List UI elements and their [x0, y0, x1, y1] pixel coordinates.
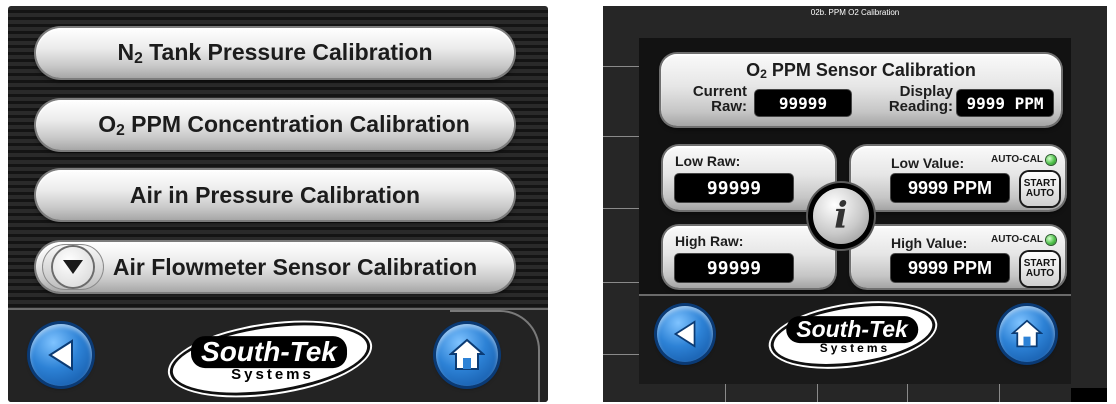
frame-tick	[725, 382, 726, 402]
n2-tank-pressure-calibration-button[interactable]: N2 Tank Pressure Calibration	[36, 28, 514, 78]
frame-tick	[603, 66, 639, 67]
air-flowmeter-sensor-calibration-button[interactable]: Air Flowmeter Sensor Calibration	[36, 242, 514, 292]
home-button[interactable]	[999, 306, 1055, 362]
sensor-calibration-header: O2 PPM Sensor Calibration Current Raw: 9…	[661, 54, 1061, 126]
button-label: Air Flowmeter Sensor Calibration	[112, 253, 478, 280]
frame-tick	[907, 382, 908, 402]
window-title: 02b. PPM O2 Calibration	[810, 8, 900, 17]
air-in-pressure-calibration-button[interactable]: Air in Pressure Calibration	[36, 170, 514, 220]
calibration-screen: O2 PPM Sensor Calibration Current Raw: 9…	[639, 38, 1071, 384]
back-button[interactable]	[30, 324, 92, 386]
low-raw-card: Low Raw: 99999	[663, 146, 835, 210]
low-start-auto-button[interactable]: START AUTO	[1021, 172, 1059, 206]
header-title: O2 PPM Sensor Calibration	[746, 60, 976, 82]
low-raw-label: Low Raw:	[675, 153, 741, 169]
button-label: Air in Pressure Calibration	[129, 181, 421, 208]
info-icon: i	[834, 195, 848, 237]
info-button[interactable]: i	[813, 188, 869, 244]
frame-tick	[603, 208, 639, 209]
frame-tick	[999, 382, 1000, 402]
footer-bar: South-Tek Systems	[8, 308, 548, 402]
button-label: O2 PPM Concentration Calibration	[98, 110, 470, 139]
o2-ppm-calibration-window: 02b. PPM O2 Calibration O2 PPM Sensor Ca…	[603, 6, 1107, 402]
home-icon	[449, 338, 485, 370]
low-value-card: Low Value: AUTO-CAL 9999 PPM START AUTO	[851, 146, 1065, 210]
south-tek-logo: South-Tek Systems	[770, 297, 936, 373]
frame-tick	[603, 354, 639, 355]
high-value-label: High Value:	[891, 235, 968, 251]
low-autocal-indicator: AUTO-CAL	[991, 154, 1057, 165]
home-button[interactable]	[436, 324, 498, 386]
low-value-label: Low Value:	[891, 155, 965, 171]
frame-tick	[817, 382, 818, 402]
home-icon	[1011, 319, 1043, 348]
frame-tick	[603, 282, 639, 283]
display-reading-value: 9999 PPM	[957, 90, 1053, 116]
high-raw-card: High Raw: 99999	[663, 226, 835, 288]
button-label: N2 Tank Pressure Calibration	[117, 38, 433, 67]
display-reading-label: Display Reading:	[888, 83, 953, 115]
corner-block	[1071, 388, 1107, 402]
current-raw-value: 99999	[755, 90, 851, 116]
high-raw-label: High Raw:	[675, 233, 744, 249]
high-autocal-indicator: AUTO-CAL	[991, 234, 1057, 245]
high-value-card: High Value: AUTO-CAL 9999 PPM START AUTO	[851, 226, 1065, 288]
back-arrow-icon	[673, 320, 696, 348]
south-tek-logo: South-Tek Systems	[168, 314, 372, 402]
status-led-icon	[1046, 234, 1057, 245]
high-value-display: 9999 PPM	[891, 254, 1009, 282]
back-arrow-icon	[48, 339, 73, 371]
high-raw-value: 99999	[675, 254, 793, 282]
status-led-icon	[1046, 154, 1057, 165]
chevron-down-icon	[53, 247, 93, 287]
frame-tick	[603, 136, 639, 137]
current-raw-label: Current Raw:	[692, 83, 747, 115]
footer-bar: South-Tek Systems	[639, 294, 1071, 384]
low-raw-value: 99999	[675, 174, 793, 202]
high-start-auto-button[interactable]: START AUTO	[1021, 252, 1059, 286]
scroll-down-button[interactable]	[42, 244, 104, 290]
low-value-display: 9999 PPM	[891, 174, 1009, 202]
o2-ppm-concentration-calibration-button[interactable]: O2 PPM Concentration Calibration	[36, 100, 514, 150]
calibration-menu-panel: N2 Tank Pressure Calibration O2 PPM Conc…	[8, 6, 548, 402]
back-button[interactable]	[657, 306, 713, 362]
